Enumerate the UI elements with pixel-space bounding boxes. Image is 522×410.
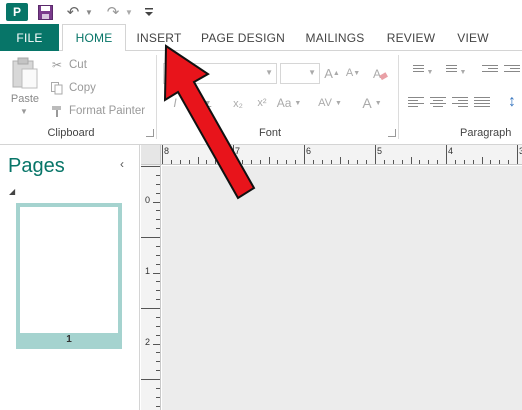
font-launcher-icon[interactable] xyxy=(388,129,396,137)
shrink-font-label: A xyxy=(345,67,354,79)
pages-title: Pages xyxy=(8,155,65,177)
format-painter-icon xyxy=(50,104,64,118)
scissors-icon: ✂ xyxy=(51,58,63,72)
section-expand-icon[interactable]: ◢ xyxy=(9,187,15,196)
numbering-dropdown-icon[interactable]: ▼ xyxy=(459,63,467,81)
tab-review[interactable]: REVIEW xyxy=(384,24,438,51)
annotation-arrow xyxy=(163,44,256,200)
publisher-window: P ↶ ▼ ↷ ▼ FILE HOME INSERT PAGE DESIGN M… xyxy=(0,0,522,410)
cut-button[interactable]: ✂ Cut xyxy=(50,56,87,74)
bullets-dropdown-icon[interactable]: ▼ xyxy=(426,63,434,81)
paste-icon[interactable] xyxy=(10,57,40,91)
tab-view[interactable]: VIEW xyxy=(452,24,494,51)
grow-font-button[interactable]: A ▲ xyxy=(324,64,340,82)
redo-dropdown-icon[interactable]: ▼ xyxy=(124,3,134,21)
align-left-icon[interactable] xyxy=(408,97,424,111)
clear-formatting-icon[interactable]: A xyxy=(370,64,390,82)
font-color-button[interactable]: A ▼ xyxy=(360,94,384,112)
customize-qat-icon[interactable] xyxy=(143,3,155,21)
undo-dropdown-icon[interactable]: ▼ xyxy=(84,3,94,21)
grow-font-label: A xyxy=(324,65,333,81)
clipboard-group-label: Clipboard xyxy=(47,127,95,139)
tab-file[interactable]: FILE xyxy=(0,24,59,51)
format-painter-label: Format Painter xyxy=(69,105,146,117)
page-thumbnail-preview xyxy=(20,207,118,333)
align-right-icon[interactable] xyxy=(452,97,468,111)
ruler-number: 1 xyxy=(145,266,151,276)
tab-mailings[interactable]: MAILINGS xyxy=(300,24,370,51)
publisher-app-icon[interactable]: P xyxy=(6,3,28,21)
increase-indent-icon[interactable] xyxy=(504,65,520,79)
collapse-pane-icon[interactable]: ‹ xyxy=(120,157,124,171)
page-thumbnail[interactable]: 1 xyxy=(16,203,122,349)
bullets-icon[interactable] xyxy=(408,65,424,79)
ruler-number: 6 xyxy=(306,146,312,156)
character-spacing-button[interactable]: AV ▼ xyxy=(316,94,344,112)
ruler-number: 5 xyxy=(377,146,383,156)
paste-button[interactable]: Paste xyxy=(8,93,42,105)
group-divider xyxy=(398,55,399,139)
copy-label: Copy xyxy=(69,82,96,94)
copy-button[interactable]: Copy xyxy=(50,79,96,97)
page-thumbnail-number: 1 xyxy=(66,334,72,345)
svg-text:A: A xyxy=(373,67,381,81)
ruler-number: 2 xyxy=(145,337,151,347)
paste-dropdown-icon[interactable]: ▼ xyxy=(20,107,28,116)
cut-label: Cut xyxy=(69,59,87,71)
copy-icon xyxy=(50,81,64,95)
redo-icon[interactable]: ↷ xyxy=(104,3,122,21)
tab-home[interactable]: HOME xyxy=(62,24,126,52)
save-icon[interactable] xyxy=(36,3,54,21)
numbering-icon[interactable] xyxy=(441,65,457,79)
paragraph-group-label: Paragraph xyxy=(460,127,512,139)
pages-pane: Pages ‹ ◢ 1 xyxy=(0,145,140,410)
font-size-box[interactable]: ▼ xyxy=(280,63,320,84)
undo-icon[interactable]: ↶ xyxy=(64,3,82,21)
justify-icon[interactable] xyxy=(474,97,490,111)
format-painter-button[interactable]: Format Painter xyxy=(50,102,145,120)
shrink-font-button[interactable]: A ▼ xyxy=(345,64,361,82)
character-spacing-label: AV xyxy=(318,97,332,109)
align-center-icon[interactable] xyxy=(430,97,446,111)
decrease-indent-icon[interactable] xyxy=(482,65,498,79)
line-spacing-icon[interactable]: ↕ xyxy=(504,93,520,111)
ruler-number: 4 xyxy=(448,146,454,156)
quick-access-toolbar: P ↶ ▼ ↷ ▼ xyxy=(0,0,522,24)
font-color-label: A xyxy=(362,95,372,111)
